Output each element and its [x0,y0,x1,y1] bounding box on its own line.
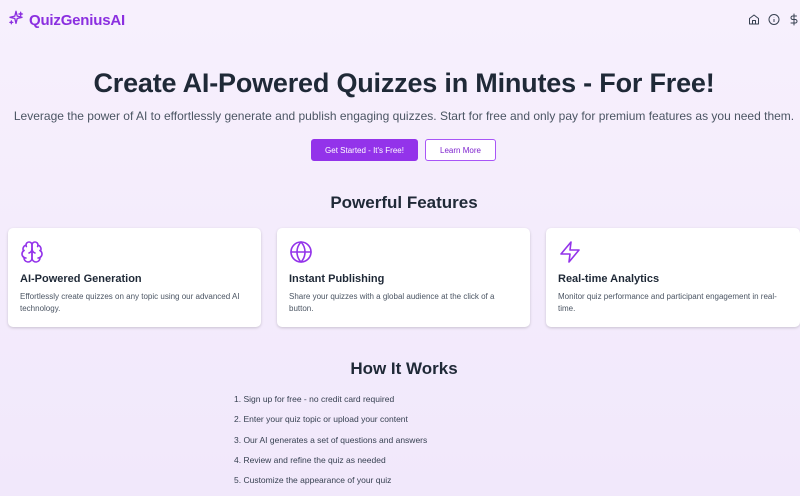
globe-icon [289,240,313,264]
get-started-button[interactable]: Get Started - It's Free! [311,139,418,161]
home-icon[interactable] [748,12,760,26]
learn-more-button[interactable]: Learn More [425,139,496,161]
feature-card-instant-publishing: Instant Publishing Share your quizzes wi… [277,228,530,327]
feature-title: Real-time Analytics [558,273,660,285]
how-it-works-steps: 1. Sign up for free - no credit card req… [234,394,427,495]
info-icon[interactable] [768,12,780,26]
feature-description: Effortlessly create quizzes on any topic… [20,292,240,313]
feature-card-realtime-analytics: Real-time Analytics Monitor quiz perform… [546,228,800,327]
step-item: 1. Sign up for free - no credit card req… [234,394,395,404]
step-item: 2. Enter your quiz topic or upload your … [234,414,408,425]
feature-description: Monitor quiz performance and participant… [558,292,777,313]
nav-icon-group [748,12,800,26]
brain-icon [20,240,44,264]
feature-description: Share your quizzes with a global audienc… [289,292,495,313]
sparkle-icon [8,10,24,31]
feature-card-ai-generation: AI-Powered Generation Effortlessly creat… [8,228,261,327]
how-it-works-title: How It Works [350,359,458,378]
brand-name: QuizGeniusAI [29,11,125,29]
features-section-title: Powerful Features [330,193,478,212]
hero-title: Create AI-Powered Quizzes in Minutes - F… [93,68,715,98]
dollar-icon[interactable] [788,12,800,26]
step-item: 5. Customize the appearance of your quiz [234,475,392,486]
feature-title: AI-Powered Generation [20,273,142,285]
brand-logo-link[interactable]: QuizGeniusAI [8,10,125,30]
feature-title: Instant Publishing [289,273,385,285]
lightning-icon [558,240,582,264]
step-item: 3. Our AI generates a set of questions a… [234,434,428,445]
top-navigation-bar: QuizGeniusAI [0,0,800,40]
step-item: 4. Review and refine the quiz as needed [234,454,386,465]
hero-subtitle: Leverage the power of AI to effortlessly… [13,109,795,123]
